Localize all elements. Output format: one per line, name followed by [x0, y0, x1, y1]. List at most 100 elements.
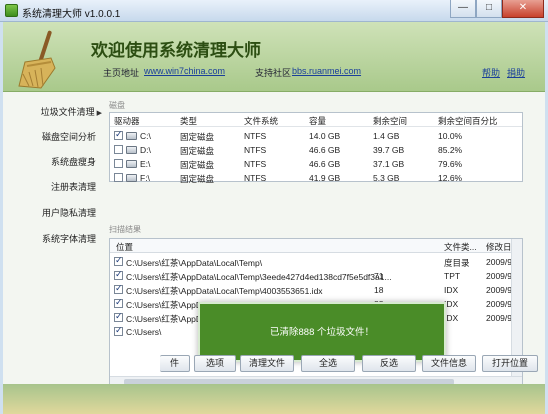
- drive-free: 37.1 GB: [373, 159, 405, 169]
- drive-letter: C:\: [140, 131, 151, 141]
- drive-checkbox[interactable]: [114, 159, 123, 168]
- scan-size: 71: [374, 271, 384, 281]
- drive-free-percent: 12.6%: [438, 173, 463, 183]
- nav-item-junk-clean[interactable]: 垃圾文件清理 ▶: [41, 105, 102, 118]
- scan-type: IDX: [444, 299, 459, 309]
- scan-row[interactable]: C:\Users\红茶\AppData\Local\Temp\ 度目录 2009…: [110, 255, 522, 269]
- homepage-label: 主页地址: [103, 68, 140, 78]
- drive-fs: NTFS: [244, 145, 267, 155]
- scan-row-checkbox[interactable]: [114, 311, 123, 322]
- scan-row-checkbox[interactable]: [114, 297, 123, 308]
- hard-drive-icon: [126, 174, 137, 182]
- scan-path: C:\Users\: [126, 327, 162, 337]
- nav-item-registry-clean[interactable]: 注册表清理: [51, 180, 96, 193]
- hard-drive-icon: [126, 132, 137, 140]
- app-icon: [5, 4, 18, 17]
- column-header[interactable]: 位置: [116, 241, 133, 253]
- scan-size: 18: [374, 285, 384, 295]
- select-all-button[interactable]: 全选: [301, 355, 355, 372]
- scan-path: C:\Users\红茶\AppData\Local\Temp\3eede427d…: [126, 272, 392, 282]
- scan-type: 度目录: [444, 258, 470, 268]
- drive-list: 驱动器 类型 文件系统 容量 剩余空间 剩余空间百分比 C:\ 固定磁盘 NTF…: [109, 112, 523, 185]
- drive-letter: F:\: [140, 173, 150, 183]
- app-heading: 欢迎使用系统清理大师: [91, 41, 261, 60]
- window-controls: — □ ✕: [450, 0, 544, 18]
- scan-type: TPT: [444, 271, 461, 281]
- nav-item-label: 磁盘空间分析: [41, 132, 96, 142]
- minimize-button[interactable]: —: [450, 0, 476, 18]
- drive-type: 固定磁盘: [180, 132, 215, 142]
- drive-capacity: 46.6 GB: [309, 159, 341, 169]
- scan-path: C:\Users\红茶\AppData\Local\Temp\400355365…: [126, 286, 323, 296]
- nav-item-label: 垃圾文件清理: [40, 107, 95, 117]
- column-header[interactable]: 剩余空间: [373, 115, 407, 127]
- nav-item-label: 用户隐私清理: [41, 208, 96, 218]
- maximize-button[interactable]: □: [476, 0, 502, 18]
- scan-path: C:\Users\红茶\AppData\Local\Temp\: [126, 258, 263, 268]
- drive-type: 固定磁盘: [180, 174, 215, 184]
- file-info-button[interactable]: 文件信息: [422, 355, 476, 372]
- nav-item-disk-analysis[interactable]: 磁盘空间分析: [42, 130, 96, 143]
- column-header[interactable]: 文件系统: [244, 115, 278, 127]
- scan-type: IDX: [444, 313, 459, 323]
- drive-row[interactable]: F:\ 固定磁盘 NTFS 41.9 GB 5.3 GB 12.6%: [110, 171, 522, 185]
- drive-letter: E:\: [140, 159, 151, 169]
- drive-row[interactable]: C:\ 固定磁盘 NTFS 14.0 GB 1.4 GB 10.0%: [110, 129, 522, 143]
- hard-drive-icon: [126, 160, 137, 168]
- scan-row[interactable]: C:\Users\红茶\AppData\Local\Temp\400355365…: [110, 283, 522, 297]
- drive-checkbox[interactable]: [114, 129, 123, 140]
- clean-files-button[interactable]: 清理文件: [240, 355, 294, 372]
- drive-capacity: 14.0 GB: [309, 131, 341, 141]
- open-location-button[interactable]: 打开位置: [482, 355, 538, 372]
- community-label: 支持社区: [255, 68, 292, 78]
- footer-background: [3, 384, 545, 414]
- drive-letter: D:\: [140, 145, 151, 155]
- drive-capacity: 46.6 GB: [309, 145, 341, 155]
- drive-checkbox[interactable]: [114, 145, 123, 154]
- drive-row[interactable]: D:\ 固定磁盘 NTFS 46.6 GB 39.7 GB 85.2%: [110, 143, 522, 157]
- drive-checkbox[interactable]: [114, 173, 123, 182]
- drive-free-percent: 85.2%: [438, 145, 463, 155]
- column-header[interactable]: 文件类...: [444, 241, 477, 253]
- nav-item-label: 系统盘瘦身: [50, 157, 96, 167]
- scan-list-header: 位置 文件类... 修改日...: [110, 239, 522, 253]
- nav-item-label: 注册表清理: [50, 182, 96, 192]
- drive-free-percent: 10.0%: [438, 131, 463, 141]
- donate-link[interactable]: 捐助: [507, 66, 525, 79]
- arrow-right-icon: ▶: [96, 110, 102, 117]
- column-header[interactable]: 容量: [309, 115, 326, 127]
- help-link[interactable]: 帮助: [482, 66, 500, 79]
- drive-list-header: 驱动器 类型 文件系统 容量 剩余空间 剩余空间百分比: [110, 113, 522, 127]
- scan-row-checkbox[interactable]: [114, 269, 123, 280]
- nav-item-system-slim[interactable]: 系统盘瘦身: [51, 155, 96, 168]
- scan-row-checkbox[interactable]: [114, 283, 123, 294]
- invert-selection-button[interactable]: 反选: [362, 355, 416, 372]
- drive-row[interactable]: E:\ 固定磁盘 NTFS 46.6 GB 37.1 GB 79.6%: [110, 157, 522, 171]
- cleanup-toast: 已清除888 个垃圾文件！: [198, 302, 446, 362]
- window-title: 系统清理大师 v1.0.0.1: [22, 9, 121, 20]
- drives-group-label: 磁盘: [109, 101, 125, 110]
- sidebar-nav: 垃圾文件清理 ▶ 磁盘空间分析 系统盘瘦身 注册表清理 用户隐私清理 系统字体清理: [3, 92, 102, 352]
- scan-row-checkbox[interactable]: [114, 325, 123, 336]
- nav-item-privacy-clean[interactable]: 用户隐私清理: [42, 206, 96, 219]
- column-header[interactable]: 剩余空间百分比: [438, 115, 498, 127]
- column-header[interactable]: 类型: [180, 115, 197, 127]
- title-bar: 系统清理大师 v1.0.0.1 — □ ✕: [0, 0, 548, 22]
- nav-item-font-clean[interactable]: 系统字体清理: [42, 232, 96, 245]
- drive-free: 5.3 GB: [373, 173, 400, 183]
- homepage-link[interactable]: www.win7china.com: [144, 66, 225, 76]
- scan-row-checkbox[interactable]: [114, 255, 123, 266]
- drive-fs: NTFS: [244, 159, 267, 169]
- options-button[interactable]: 选项: [194, 355, 236, 372]
- column-header[interactable]: 驱动器: [114, 115, 140, 127]
- scan-type: IDX: [444, 285, 459, 295]
- close-button[interactable]: ✕: [502, 0, 544, 18]
- scan-button[interactable]: 件: [160, 355, 190, 372]
- header-banner: 欢迎使用系统清理大师 主页地址 www.win7china.com 支持社区 b…: [3, 22, 545, 92]
- drive-free-percent: 79.6%: [438, 159, 463, 169]
- drive-free: 1.4 GB: [373, 131, 400, 141]
- broom-icon: [18, 30, 56, 89]
- community-link[interactable]: bbs.ruanmei.com: [292, 66, 361, 76]
- scan-group-label: 扫描结果: [109, 225, 141, 234]
- scan-row[interactable]: C:\Users\红茶\AppData\Local\Temp\3eede427d…: [110, 269, 522, 283]
